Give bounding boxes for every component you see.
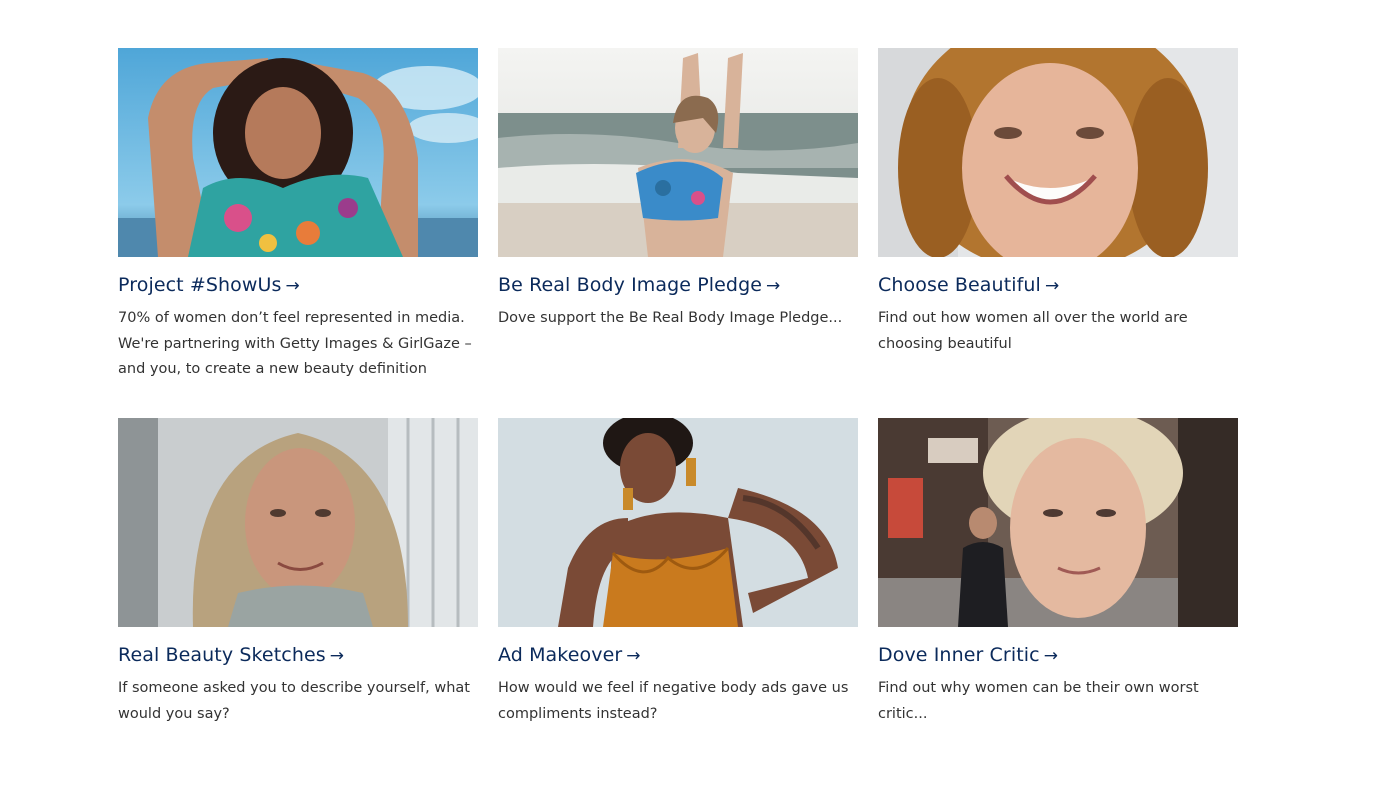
campaign-image[interactable] [118, 48, 478, 257]
arrow-right-icon: → [285, 276, 300, 296]
campaign-image[interactable] [498, 48, 858, 257]
photo-illustration [498, 418, 858, 627]
card-title-link[interactable]: Choose Beautiful → [878, 273, 1238, 298]
card-description: Find out why women can be their own wors… [878, 680, 1199, 722]
arrow-right-icon: → [329, 646, 345, 666]
card-title-link[interactable]: Ad Makeover → [498, 643, 858, 668]
photo-illustration [498, 48, 858, 257]
campaign-card-project-showus[interactable]: Project #ShowUs → 70% of women don’t feel… [118, 48, 478, 418]
card-description: If someone asked you to describe yoursel… [118, 680, 470, 722]
card-description: 70% of women don’t feel represented in m… [118, 310, 472, 377]
card-description: Dove support the Be Real Body Image Pled… [498, 310, 843, 326]
card-title-text[interactable]: Be Real Body Image Pledge [498, 274, 762, 296]
card-title-link[interactable]: Be Real Body Image Pledge → [498, 273, 858, 298]
card-description: How would we feel if negative body ads g… [498, 680, 849, 722]
card-title-link[interactable]: Real Beauty Sketches → [118, 643, 478, 668]
card-title-text[interactable]: Choose Beautiful [878, 274, 1041, 296]
card-title-text[interactable]: Ad Makeover [498, 644, 622, 666]
arrow-right-icon: → [1044, 276, 1060, 296]
campaign-card-ad-makeover[interactable]: Ad Makeover → How would we feel if negati… [498, 418, 858, 788]
campaign-card-real-beauty-sketches[interactable]: Real Beauty Sketches → If someone asked y… [118, 418, 478, 788]
photo-illustration [878, 48, 1238, 257]
campaign-image[interactable] [118, 418, 478, 627]
card-description: Find out how women all over the world ar… [878, 310, 1188, 352]
card-title-text[interactable]: Project #ShowUs [118, 274, 282, 296]
campaign-card-be-real-pledge[interactable]: Be Real Body Image Pledge → Dove support … [498, 48, 858, 418]
campaign-card-dove-inner-critic[interactable]: Dove Inner Critic → Find out why women ca… [878, 418, 1238, 788]
card-title-link[interactable]: Dove Inner Critic → [878, 643, 1238, 668]
photo-illustration [878, 418, 1238, 627]
campaign-grid: Project #ShowUs → 70% of women don’t feel… [118, 48, 1238, 788]
campaign-image[interactable] [878, 418, 1238, 627]
card-title-link[interactable]: Project #ShowUs → [118, 273, 478, 298]
arrow-right-icon: → [626, 646, 641, 666]
arrow-right-icon: → [1043, 646, 1059, 666]
campaign-image[interactable] [878, 48, 1238, 257]
campaign-image[interactable] [498, 418, 858, 627]
photo-illustration [118, 418, 478, 627]
arrow-right-icon: → [766, 276, 781, 296]
card-title-text[interactable]: Dove Inner Critic [878, 644, 1040, 666]
photo-illustration [118, 48, 478, 257]
card-title-text[interactable]: Real Beauty Sketches [118, 644, 326, 666]
campaign-card-choose-beautiful[interactable]: Choose Beautiful → Find out how women all… [878, 48, 1238, 418]
